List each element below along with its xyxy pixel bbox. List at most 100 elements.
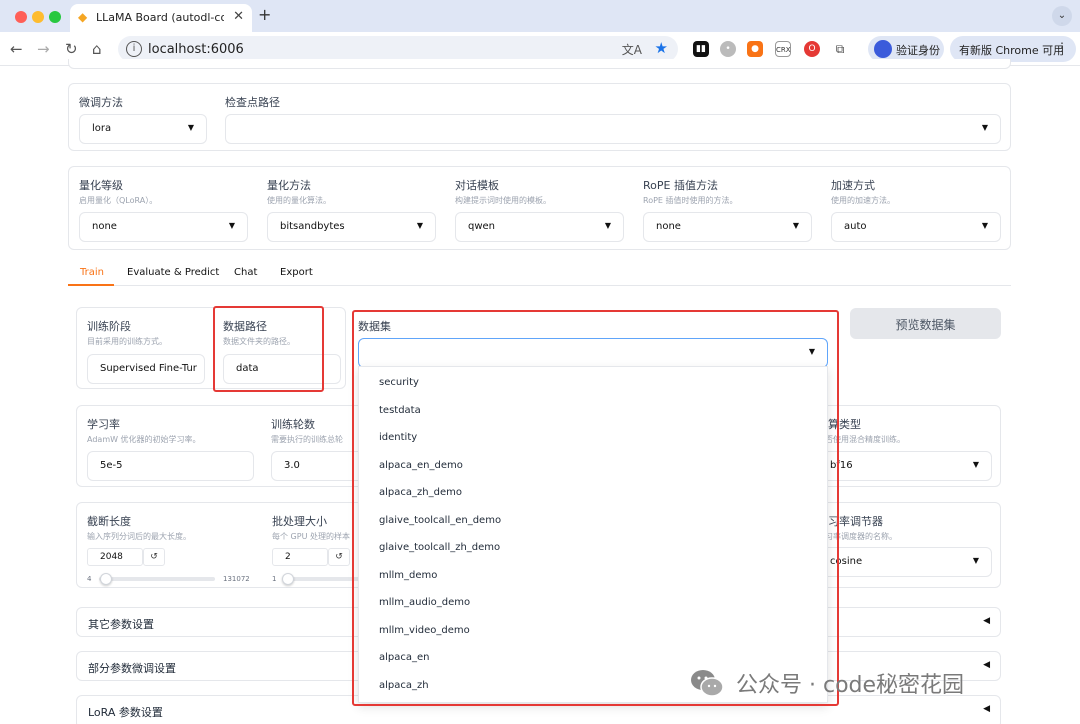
finetune-method-select[interactable]: lora ▼: [79, 114, 207, 144]
chevron-down-icon: ▼: [228, 221, 235, 230]
url-text: localhost:6006: [148, 42, 244, 57]
reset-icon[interactable]: ↺: [328, 548, 350, 566]
tab-train[interactable]: Train: [80, 267, 104, 278]
accordion-title: 其它参数设置: [88, 618, 154, 631]
home-icon[interactable]: ⌂: [92, 40, 102, 58]
new-tab-icon[interactable]: +: [258, 5, 271, 24]
lr-label: 学习率: [87, 418, 120, 431]
cutoff-max: 131072: [223, 575, 250, 583]
booster-label: 加速方式: [831, 179, 875, 192]
quant-bit-value: none: [92, 221, 117, 232]
checkpoint-path-select[interactable]: ▼: [225, 114, 1001, 144]
dataset-highlight: [352, 310, 839, 706]
expand-arrow-icon: ◀: [983, 616, 990, 626]
compute-type-select[interactable]: bf16 ▼: [817, 451, 992, 481]
main-tabs: Train Evaluate & Predict Chat Export: [68, 264, 1011, 286]
chevron-down-icon: ▼: [972, 556, 979, 565]
expand-arrow-icon: ◀: [983, 704, 990, 714]
template-value: qwen: [468, 221, 496, 232]
minimize-window-button[interactable]: [32, 11, 44, 23]
bookmark-star-icon[interactable]: ★: [655, 39, 668, 57]
stage-select[interactable]: Supervised Fine-Tur: [87, 354, 205, 384]
back-icon[interactable]: ←: [10, 40, 23, 58]
stage-value: Supervised Fine-Tur: [100, 363, 197, 374]
translate-icon[interactable]: 文A: [622, 41, 642, 58]
booster-value: auto: [844, 221, 867, 232]
close-icon[interactable]: ✕: [233, 9, 244, 24]
active-tab-indicator: [68, 284, 114, 286]
site-info-icon[interactable]: i: [126, 41, 142, 57]
extension-icon-3[interactable]: ●: [747, 41, 763, 57]
template-select[interactable]: qwen ▼: [455, 212, 624, 242]
reload-icon[interactable]: ↻: [65, 40, 78, 58]
crx-extension-icon[interactable]: CRX: [775, 41, 791, 57]
extension-icon-2[interactable]: •: [720, 41, 736, 57]
extensions-puzzle-icon[interactable]: ⧉: [832, 41, 848, 57]
cutoff-number-input[interactable]: 2048: [87, 548, 143, 566]
template-hint: 构建提示词时使用的模板。: [455, 196, 551, 205]
model-config-panel: 微调方法 lora ▼ 检查点路径 ▼: [68, 83, 1011, 151]
expand-arrow-icon: ◀: [983, 660, 990, 670]
cutoff-value: 2048: [100, 552, 123, 562]
extension-icon-1[interactable]: ▮▮: [693, 41, 709, 57]
batch-size-input[interactable]: 2: [272, 548, 328, 566]
tab-evaluate-predict[interactable]: Evaluate & Predict: [127, 267, 219, 278]
epochs-value: 3.0: [284, 460, 300, 471]
lr-hint: AdamW 优化器的初始学习率。: [87, 435, 201, 444]
finetune-method-label: 微调方法: [79, 96, 123, 109]
booster-select[interactable]: auto ▼: [831, 212, 1001, 242]
template-label: 对话模板: [455, 179, 499, 192]
browser-tab[interactable]: ◆ LLaMA Board (autodl-contai ✕: [70, 4, 252, 32]
forward-icon[interactable]: →: [37, 40, 50, 58]
batch-size-label: 批处理大小: [272, 515, 327, 528]
lr-input[interactable]: 5e-5: [87, 451, 254, 481]
top-panel-edge: [68, 59, 1011, 69]
quant-bit-hint: 启用量化（QLoRA）。: [79, 196, 158, 205]
quant-method-label: 量化方法: [267, 179, 311, 192]
data-path-highlight: [213, 306, 324, 392]
rope-label: RoPE 插值方法: [643, 179, 718, 192]
close-window-button[interactable]: [15, 11, 27, 23]
quant-method-hint: 使用的量化算法。: [267, 196, 331, 205]
quant-method-value: bitsandbytes: [280, 221, 345, 232]
cutoff-slider-thumb[interactable]: [99, 573, 112, 585]
lr-scheduler-select[interactable]: cosine ▼: [817, 547, 992, 577]
preview-dataset-label: 预览数据集: [895, 318, 956, 332]
tab-export[interactable]: Export: [280, 267, 313, 278]
stage-label: 训练阶段: [87, 320, 131, 333]
extension-icon-5[interactable]: O: [804, 41, 820, 57]
finetune-method-value: lora: [92, 123, 112, 134]
batch-size-value: 2: [285, 552, 291, 562]
reset-icon[interactable]: ↺: [143, 548, 165, 566]
quantization-panel: 量化等级 启用量化（QLoRA）。 none ▼ 量化方法 使用的量化算法。 b…: [68, 166, 1011, 250]
booster-hint: 使用的加速方法。: [831, 196, 895, 205]
accordion-title: 部分参数微调设置: [88, 662, 176, 675]
tab-title: LLaMA Board (autodl-contai: [96, 11, 224, 24]
stage-hint: 目前采用的训练方式。: [87, 337, 167, 346]
batch-size-slider-thumb[interactable]: [281, 573, 294, 585]
maximize-window-button[interactable]: [49, 11, 61, 23]
epochs-hint: 需要执行的训练总轮: [271, 435, 343, 444]
quant-method-select[interactable]: bitsandbytes ▼: [267, 212, 436, 242]
batch-size-hint: 每个 GPU 处理的样本: [272, 532, 350, 541]
chevron-down-icon: ▼: [604, 221, 611, 230]
browser-tab-bar: ◆ LLaMA Board (autodl-contai ✕ + ⌄: [0, 0, 1080, 32]
tab-chat[interactable]: Chat: [234, 267, 257, 278]
rope-value: none: [656, 221, 681, 232]
cutoff-slider[interactable]: [99, 577, 215, 581]
tab-search-icon[interactable]: ⌄: [1052, 6, 1072, 26]
update-label: 有新版 Chrome 可用: [959, 44, 1065, 57]
chevron-down-icon: ▼: [187, 123, 194, 132]
batch-size-min: 1: [272, 575, 277, 583]
lr-value: 5e-5: [100, 460, 123, 471]
chevron-down-icon: ▼: [416, 221, 423, 230]
quant-bit-label: 量化等级: [79, 179, 123, 192]
preview-dataset-button[interactable]: 预览数据集: [850, 308, 1001, 339]
checkpoint-path-label: 检查点路径: [225, 96, 280, 109]
page-content: 微调方法 lora ▼ 检查点路径 ▼ 量化等级 启用量化（QLoRA）。 no…: [0, 59, 1080, 724]
rope-select[interactable]: none ▼: [643, 212, 812, 242]
more-menu-icon[interactable]: ⋮: [1056, 40, 1068, 54]
wechat-icon: [691, 670, 724, 697]
accordion-title: LoRA 参数设置: [88, 706, 163, 719]
quant-bit-select[interactable]: none ▼: [79, 212, 248, 242]
